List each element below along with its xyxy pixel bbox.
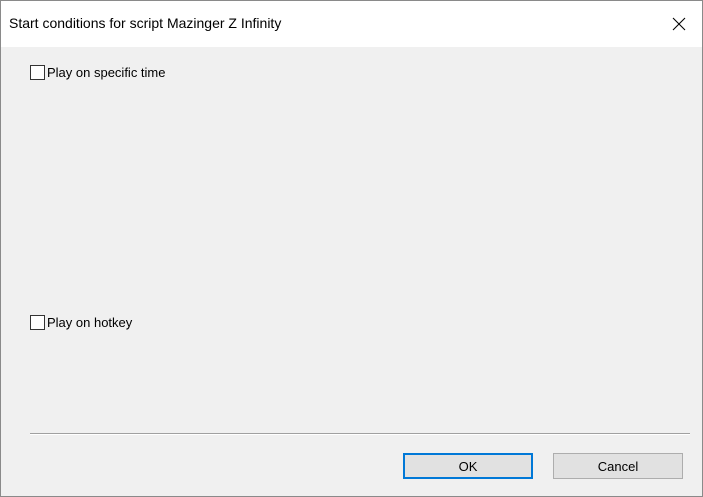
start-conditions-dialog: Start conditions for script Mazinger Z I… xyxy=(0,0,703,497)
close-icon xyxy=(672,17,686,31)
play-on-specific-time-label[interactable]: Play on specific time xyxy=(47,65,166,80)
window-title: Start conditions for script Mazinger Z I… xyxy=(9,15,282,31)
close-button[interactable] xyxy=(656,1,702,47)
play-on-specific-time-option[interactable]: Play on specific time xyxy=(30,65,166,80)
ok-button-label: OK xyxy=(458,458,478,474)
ok-button[interactable]: OK xyxy=(403,453,533,479)
dialog-body: Play on specific time Play on hotkey OK … xyxy=(1,47,702,496)
cancel-button[interactable]: Cancel xyxy=(553,453,683,479)
title-bar[interactable]: Start conditions for script Mazinger Z I… xyxy=(1,1,702,47)
button-separator xyxy=(30,433,690,435)
play-on-specific-time-checkbox[interactable] xyxy=(30,65,45,80)
cancel-button-label: Cancel xyxy=(597,458,639,474)
play-on-hotkey-option[interactable]: Play on hotkey xyxy=(30,315,132,330)
play-on-hotkey-label[interactable]: Play on hotkey xyxy=(47,315,132,330)
play-on-hotkey-checkbox[interactable] xyxy=(30,315,45,330)
